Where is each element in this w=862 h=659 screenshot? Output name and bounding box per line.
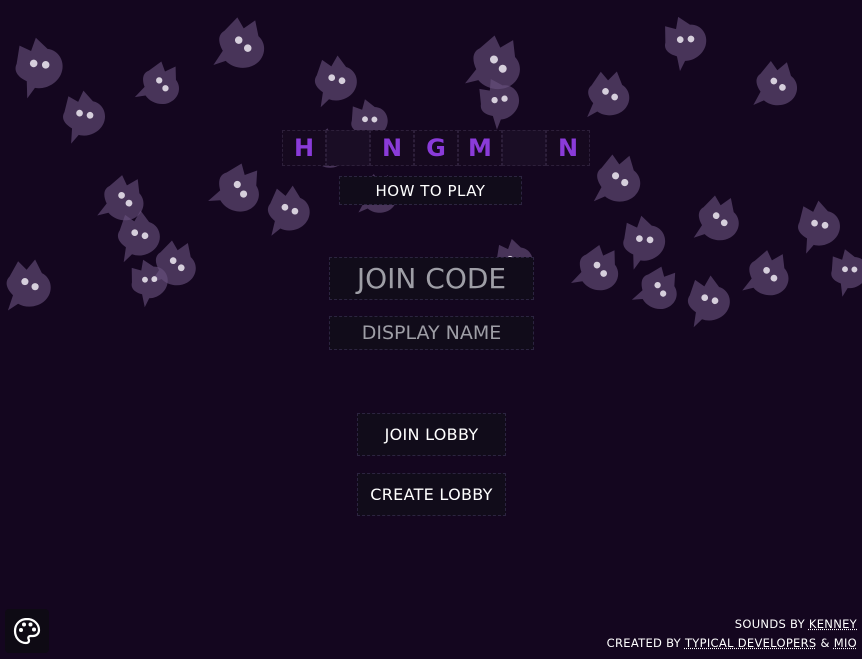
ghost-sprite [63, 90, 105, 144]
theme-palette-button[interactable] [5, 609, 49, 653]
ghost-sprite [479, 78, 520, 130]
created-credit-prefix: CREATED BY [606, 636, 682, 650]
ghost-sprite [623, 215, 666, 270]
ghost-sprite [15, 37, 63, 99]
created-credit: CREATED BY TYPICAL DEVELOPERS & MIO [607, 634, 857, 653]
ghost-sprite [117, 210, 160, 263]
ghost-sprite [742, 250, 789, 296]
title-letter-tile: N [370, 130, 414, 166]
ghost-sprite [831, 249, 862, 297]
title-letter-tile: H [282, 130, 326, 166]
ghost-sprite [587, 71, 630, 118]
ghost-sprite [314, 55, 357, 108]
mio-link[interactable]: MIO [834, 636, 857, 650]
kenney-link[interactable]: KENNEY [809, 617, 857, 631]
join-code-input[interactable] [329, 257, 534, 300]
sounds-credit-prefix: SOUNDS BY [734, 617, 805, 631]
credit-ampersand: & [820, 636, 830, 650]
ghost-sprite [150, 240, 196, 286]
title-blank-tile [326, 130, 370, 166]
ghost-sprite [665, 16, 707, 72]
ghost-sprite [213, 17, 265, 68]
ghost-sprite [134, 61, 179, 105]
ghost-sprite [208, 163, 259, 212]
create-lobby-button[interactable]: CREATE LOBBY [357, 473, 506, 516]
how-to-play-button[interactable]: HOW TO PLAY [339, 176, 522, 205]
title-letter-tile: N [546, 130, 590, 166]
game-title: H N G M N [282, 130, 590, 166]
typical-developers-link[interactable]: TYPICAL DEVELOPERS [685, 636, 817, 650]
ghost-sprite [798, 200, 840, 254]
ghost-sprite [631, 266, 677, 309]
title-letter-tile: G [414, 130, 458, 166]
ghost-sprite [571, 244, 619, 291]
ghost-sprite [131, 259, 168, 308]
ghost-sprite [693, 195, 739, 241]
sounds-credit: SOUNDS BY KENNEY [607, 615, 857, 634]
ghost-sprite [687, 275, 730, 328]
display-name-input[interactable] [329, 316, 534, 350]
join-lobby-button[interactable]: JOIN LOBBY [357, 413, 506, 456]
ghost-sprite [753, 60, 798, 106]
credits: SOUNDS BY KENNEY CREATED BY TYPICAL DEVE… [607, 615, 857, 653]
ghost-sprite [465, 35, 520, 90]
palette-icon [13, 617, 41, 645]
ghost-sprite [6, 259, 51, 311]
title-blank-tile [502, 130, 546, 166]
ghost-sprite [267, 185, 310, 236]
title-letter-tile: M [458, 130, 502, 166]
ghost-sprite [97, 175, 144, 221]
ghost-sprite [593, 154, 641, 202]
